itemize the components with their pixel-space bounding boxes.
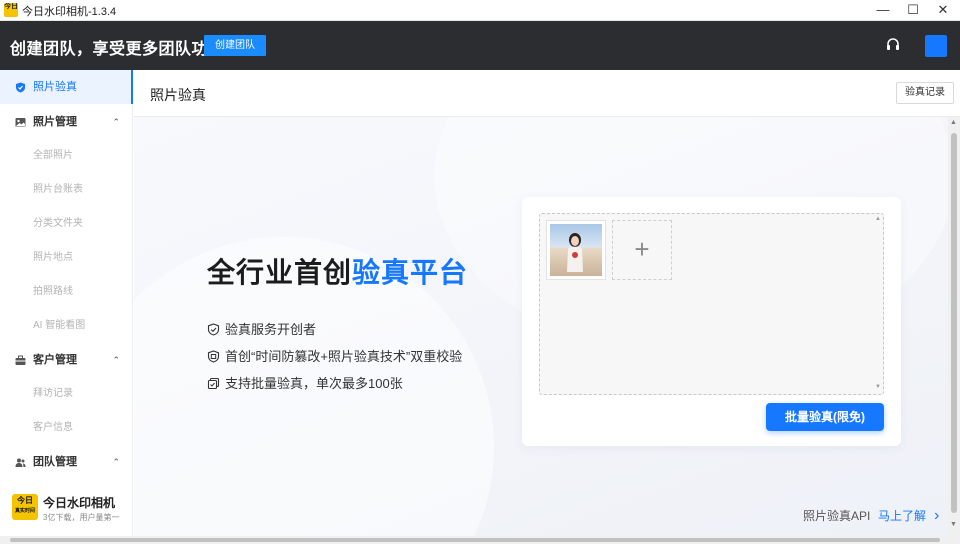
sidebar-group-team-management[interactable]: 团队管理 ⌃ <box>0 445 132 479</box>
team-promo-text: 创建团队，享受更多团队功能 <box>10 41 225 58</box>
feature-text: 首创“时间防篡改+照片验真技术”双重校验 <box>225 349 463 364</box>
verify-records-button[interactable]: 验真记录 <box>896 82 954 104</box>
photo-thumbnail-image <box>550 224 602 276</box>
hero-title-highlight: 验真平台 <box>352 257 469 288</box>
sidebar-item-photo-route[interactable]: 拍照路线 <box>0 275 132 309</box>
create-team-button[interactable]: 创建团队 <box>204 35 266 56</box>
window-title: 今日水印相机-1.3.4 <box>22 6 117 18</box>
top-header: 创建团队，享受更多团队功能 创建团队 <box>0 21 960 70</box>
api-link-text: 马上了解 <box>878 509 927 523</box>
shield-check-icon <box>207 323 220 336</box>
page-header: 照片验真 验真记录 <box>134 70 960 117</box>
brand-name: 今日水印相机 <box>43 496 116 510</box>
vertical-scrollbar[interactable]: ▲ ▼ <box>948 117 960 536</box>
sidebar-item-label: 照片地点 <box>33 252 73 263</box>
photo-dropzone[interactable]: + ▲ ▼ <box>539 213 884 395</box>
scrollbar-thumb[interactable] <box>10 538 940 542</box>
sidebar-item-label: 全部照片 <box>33 150 73 161</box>
close-button[interactable]: ✕ <box>928 0 958 20</box>
headset-icon[interactable] <box>884 36 902 54</box>
chevron-up-icon: ⌃ <box>112 457 120 467</box>
sidebar-item-photo-locations[interactable]: 照片地点 <box>0 241 132 275</box>
scrollbar-thumb[interactable] <box>951 133 957 513</box>
add-photo-button[interactable]: + <box>612 220 672 280</box>
image-icon <box>15 118 26 127</box>
feature-text: 支持批量验真，单次最多100张 <box>225 376 403 391</box>
shield-icon <box>16 82 25 93</box>
sidebar-item-label: 分类文件夹 <box>33 218 83 229</box>
team-icon <box>15 458 26 467</box>
sidebar-group-customer-management[interactable]: 客户管理 ⌃ <box>0 343 132 377</box>
sidebar-group-label: 客户管理 <box>33 354 77 366</box>
sidebar-item-label: AI 智能看图 <box>33 320 86 331</box>
user-avatar[interactable] <box>925 35 947 57</box>
main-content: 全行业首创验真平台 验真服务开创者 首创“时间防篡改+照片验真技术”双重校验 支… <box>134 117 948 536</box>
sidebar-item-all-photos[interactable]: 全部照片 <box>0 139 132 173</box>
sidebar-item-photo-ledger[interactable]: 照片台账表 <box>0 173 132 207</box>
sidebar-item-label: 拜访记录 <box>33 388 73 399</box>
sidebar-item-ai-viewer[interactable]: AI 智能看图 <box>0 309 132 343</box>
maximize-button[interactable]: ☐ <box>898 0 928 20</box>
sidebar-item-label: 照片验真 <box>33 81 77 93</box>
sidebar: 照片验真 照片管理 ⌃ 全部照片 照片台账表 分类文件夹 照片地点 拍照路线 A… <box>0 70 133 544</box>
sidebar-item-label: 拍照路线 <box>33 286 73 297</box>
chevron-right-icon: › <box>934 507 940 524</box>
feature-item: 支持批量验真，单次最多100张 <box>207 373 403 392</box>
batch-verify-button[interactable]: 批量验真(限免) <box>766 403 884 431</box>
sidebar-item-label: 照片台账表 <box>33 184 83 195</box>
shield-badge-icon <box>207 350 220 363</box>
brand-footer: 今日 真实时间 今日水印相机 3亿下载，用户量第一 <box>12 494 132 528</box>
sidebar-item-photo-verify[interactable]: 照片验真 <box>0 70 133 104</box>
photo-thumbnail[interactable] <box>546 220 606 280</box>
upload-card: + ▲ ▼ 批量验真(限免) <box>522 197 901 446</box>
api-learn-more-link[interactable]: 马上了解 › <box>878 507 939 524</box>
brand-logo-text: 今日 <box>17 496 33 505</box>
briefcase-icon <box>15 355 26 365</box>
chevron-up-icon: ⌃ <box>112 355 120 365</box>
brand-logo-subtext: 真实时间 <box>14 508 35 514</box>
sidebar-item-visit-records[interactable]: 拜访记录 <box>0 377 132 411</box>
api-label: 照片验真API <box>803 509 871 523</box>
feature-text: 验真服务开创者 <box>225 322 317 337</box>
feature-item: 验真服务开创者 <box>207 319 316 338</box>
sidebar-item-customer-info[interactable]: 客户信息 <box>0 411 132 445</box>
sidebar-item-folders[interactable]: 分类文件夹 <box>0 207 132 241</box>
scroll-down-arrow[interactable]: ▼ <box>950 521 957 528</box>
minimize-button[interactable]: — <box>868 0 898 20</box>
sidebar-group-label: 团队管理 <box>33 456 77 468</box>
sidebar-group-label: 照片管理 <box>33 116 77 128</box>
brand-logo: 今日 真实时间 <box>12 494 38 520</box>
copy-check-icon <box>207 377 220 390</box>
feature-item: 首创“时间防篡改+照片验真技术”双重校验 <box>207 346 462 365</box>
page-title: 照片验真 <box>150 87 206 103</box>
person-figure <box>567 233 583 272</box>
chevron-up-icon: ⌃ <box>112 117 120 127</box>
app-logo-icon: 今日 <box>4 3 18 17</box>
window-titlebar: 今日 今日水印相机-1.3.4 — ☐ ✕ <box>0 0 960 21</box>
horizontal-scrollbar[interactable] <box>0 536 960 544</box>
hero-title-main: 全行业首创 <box>207 257 353 288</box>
scroll-up-arrow[interactable]: ▲ <box>950 119 957 126</box>
brand-tagline: 3亿下载，用户量第一 <box>43 513 120 522</box>
sidebar-group-photo-management[interactable]: 照片管理 ⌃ <box>0 105 132 139</box>
sidebar-item-label: 客户信息 <box>33 422 73 433</box>
hero-title: 全行业首创验真平台 <box>207 251 468 291</box>
